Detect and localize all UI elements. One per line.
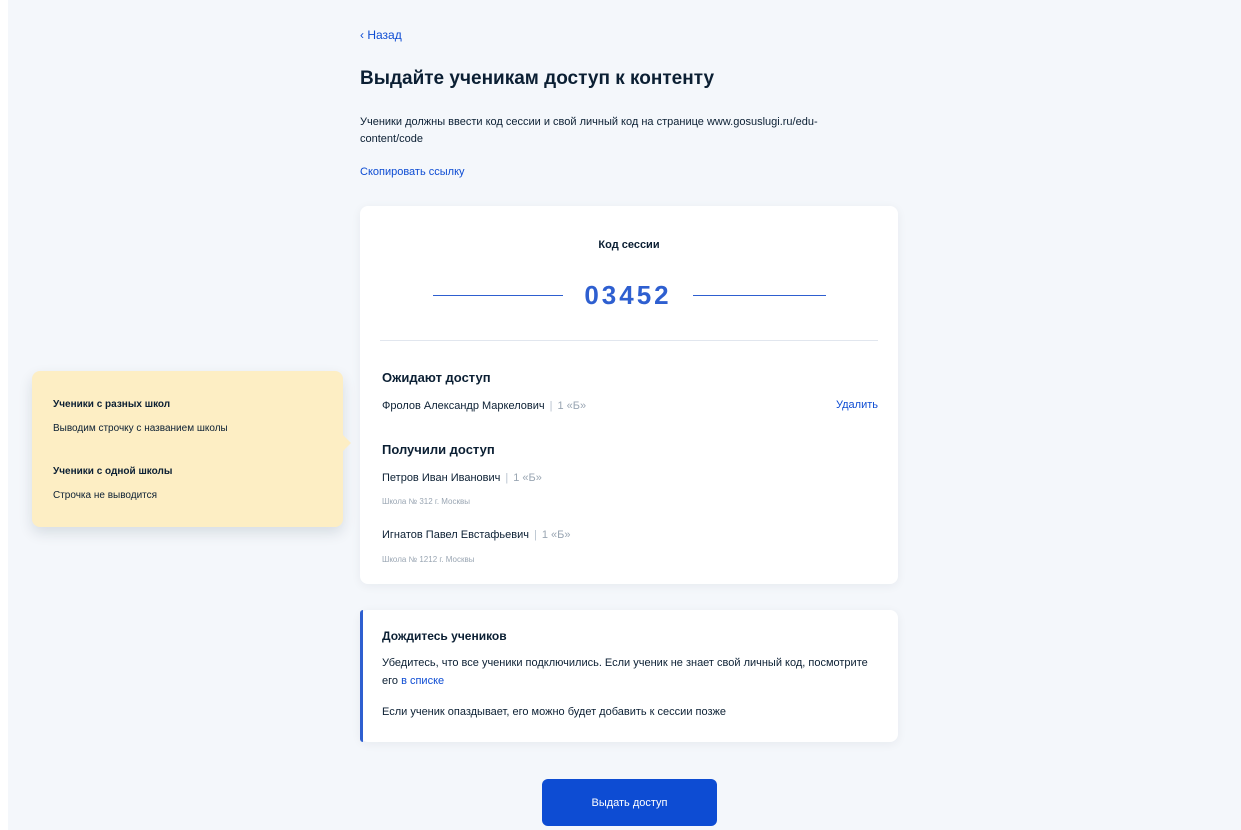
separator: | [533,529,537,541]
info-accent-bar [360,610,363,742]
info-text-body: Убедитесь, что все ученики подключились.… [382,657,868,687]
granted-section-title: Получили доступ [382,442,495,457]
separator: | [549,400,553,412]
note-text: Выводим строчку с названием школы [53,423,228,434]
session-card: Код сессии 03452 Ожидают доступ Фролов А… [360,206,898,584]
granted-student-row: Игнатов Павел Евстафьевич | 1 «Б» [382,529,570,541]
student-name: Фролов Александр Маркелович [382,400,545,412]
copy-link-button[interactable]: Скопировать ссылку [360,166,465,178]
info-text: Убедитесь, что все ученики подключились.… [382,654,872,690]
info-text-late: Если ученик опаздывает, его можно будет … [382,706,726,718]
separator: | [505,472,509,484]
note-text: Строчка не выводится [53,490,158,501]
student-class: 1 «Б» [541,529,571,541]
student-school: Школа № 1212 г. Москвы [382,555,475,564]
note-heading: Ученики с одной школы [53,466,173,477]
student-class: 1 «Б» [557,400,587,412]
student-list-link[interactable]: в списке [401,675,444,687]
page-title: Выдайте ученикам доступ к контенту [360,68,715,89]
waiting-student-row: Фролов Александр Маркелович | 1 «Б» [382,400,586,412]
info-callout: Дождитесь учеников Убедитесь, что все уч… [360,610,898,742]
annotation-note: Ученики с разных школ Выводим строчку с … [32,371,351,527]
waiting-section-title: Ожидают доступ [382,370,491,385]
divider [380,340,878,341]
back-link[interactable]: ‹ Назад [360,28,402,42]
session-code-label: Код сессии [598,239,660,251]
delete-student-button[interactable]: Удалить [836,399,878,411]
granted-student-row: Петров Иван Иванович | 1 «Б» [382,472,542,484]
student-school: Школа № 312 г. Москвы [382,497,470,506]
note-heading: Ученики с разных школ [53,399,171,410]
student-class: 1 «Б» [513,472,542,484]
info-title: Дождитесь учеников [382,629,507,643]
code-line-right [693,295,826,296]
page-description: Ученики должны ввести код сессии и свой … [360,116,818,145]
grant-access-button[interactable]: Выдать доступ [542,779,717,826]
student-name: Игнатов Павел Евстафьевич [382,529,529,541]
code-line-left [433,295,563,296]
session-code: 03452 [584,280,672,310]
student-name: Петров Иван Иванович [382,472,501,484]
